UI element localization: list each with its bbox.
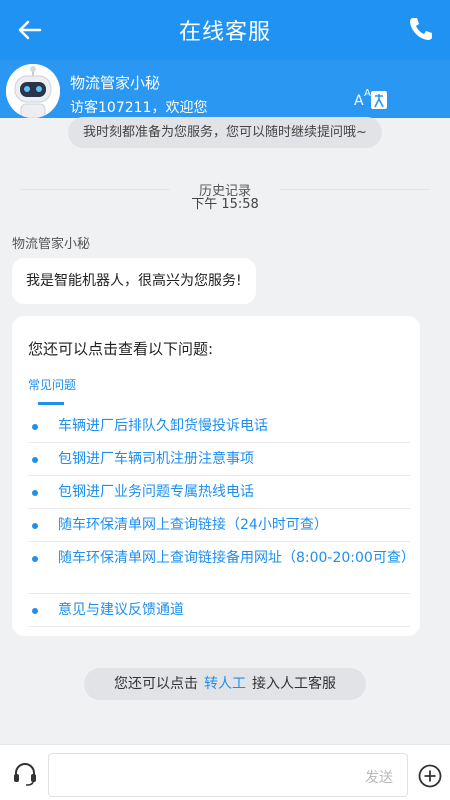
faq-item[interactable]: 包钢进厂车辆司机注册注意事项 xyxy=(28,443,410,476)
faq-item-label: 意见与建议反馈通道 xyxy=(58,602,184,618)
tab-common-questions[interactable]: 常见问题 xyxy=(28,376,76,393)
top-nav-bar: 在线客服 xyxy=(0,0,450,60)
send-button[interactable]: 发送 xyxy=(365,767,393,787)
faq-item[interactable]: 随车环保清单网上查询链接备用网址（8:00-20:00可查） xyxy=(28,542,415,594)
service-tip: 我时刻都准备为您服务，您可以随时继续提问哦~ xyxy=(68,117,382,148)
faq-card: 您还可以点击查看以下问题: 常见问题 车辆进厂后排队久卸货慢投诉电话 包钢进厂车… xyxy=(12,316,420,636)
faq-item[interactable]: 车辆进厂后排队久卸货慢投诉电话 xyxy=(28,410,410,443)
bullet-icon xyxy=(32,523,38,529)
message-sender: 物流管家小秘 xyxy=(12,237,91,252)
faq-item-label: 随车环保清单网上查询链接备用网址（8:00-20:00可查） xyxy=(58,550,415,566)
svg-text:A: A xyxy=(364,88,371,99)
bullet-icon xyxy=(32,457,38,463)
faq-item-label: 包钢进厂车辆司机注册注意事项 xyxy=(58,451,254,467)
transfer-prefix: 您还可以点击 xyxy=(114,676,198,692)
headset-icon[interactable] xyxy=(12,761,38,787)
message-time: 下午 15:58 xyxy=(191,197,259,212)
faq-item-label: 包钢进厂业务问题专属热线电话 xyxy=(58,484,254,500)
tab-active-indicator xyxy=(38,402,64,405)
phone-icon[interactable] xyxy=(406,14,436,44)
transfer-to-human-link[interactable]: 转人工 xyxy=(204,676,246,692)
arrow-left-icon[interactable] xyxy=(14,14,46,46)
robot-avatar-icon[interactable] xyxy=(6,64,60,118)
page-title: 在线客服 xyxy=(178,20,271,45)
transfer-to-human-pill: 您还可以点击 转人工 接入人工客服 xyxy=(84,668,366,700)
agent-name: 物流管家小秘 xyxy=(70,74,161,92)
bullet-icon xyxy=(32,608,38,614)
faq-item-label: 车辆进厂后排队久卸货慢投诉电话 xyxy=(58,418,268,434)
input-bar: 发送 xyxy=(0,744,450,800)
bullet-icon xyxy=(32,424,38,430)
bot-message-bubble: 我是智能机器人，很高兴为您服务! xyxy=(12,258,256,304)
agent-greeting: 访客107211，欢迎您 xyxy=(70,100,208,116)
faq-item[interactable]: 随车环保清单网上查询链接（24小时可查） xyxy=(28,509,410,542)
faq-item-label: 随车环保清单网上查询链接（24小时可查） xyxy=(58,517,328,533)
font-size-icon[interactable]: A A xyxy=(354,85,388,111)
divider-line xyxy=(280,189,430,190)
svg-text:A: A xyxy=(354,93,364,109)
bullet-icon xyxy=(32,490,38,496)
faq-list: 车辆进厂后排队久卸货慢投诉电话 包钢进厂车辆司机注册注意事项 包钢进厂业务问题专… xyxy=(28,410,415,627)
faq-item[interactable]: 意见与建议反馈通道 xyxy=(28,594,410,627)
bullet-icon xyxy=(32,556,38,562)
plus-circle-icon[interactable] xyxy=(418,764,442,788)
divider-line xyxy=(20,189,170,190)
faq-item[interactable]: 包钢进厂业务问题专属热线电话 xyxy=(28,476,410,509)
message-input[interactable]: 发送 xyxy=(48,753,408,797)
transfer-suffix: 接入人工客服 xyxy=(252,676,336,692)
faq-card-title: 您还可以点击查看以下问题: xyxy=(28,340,214,358)
